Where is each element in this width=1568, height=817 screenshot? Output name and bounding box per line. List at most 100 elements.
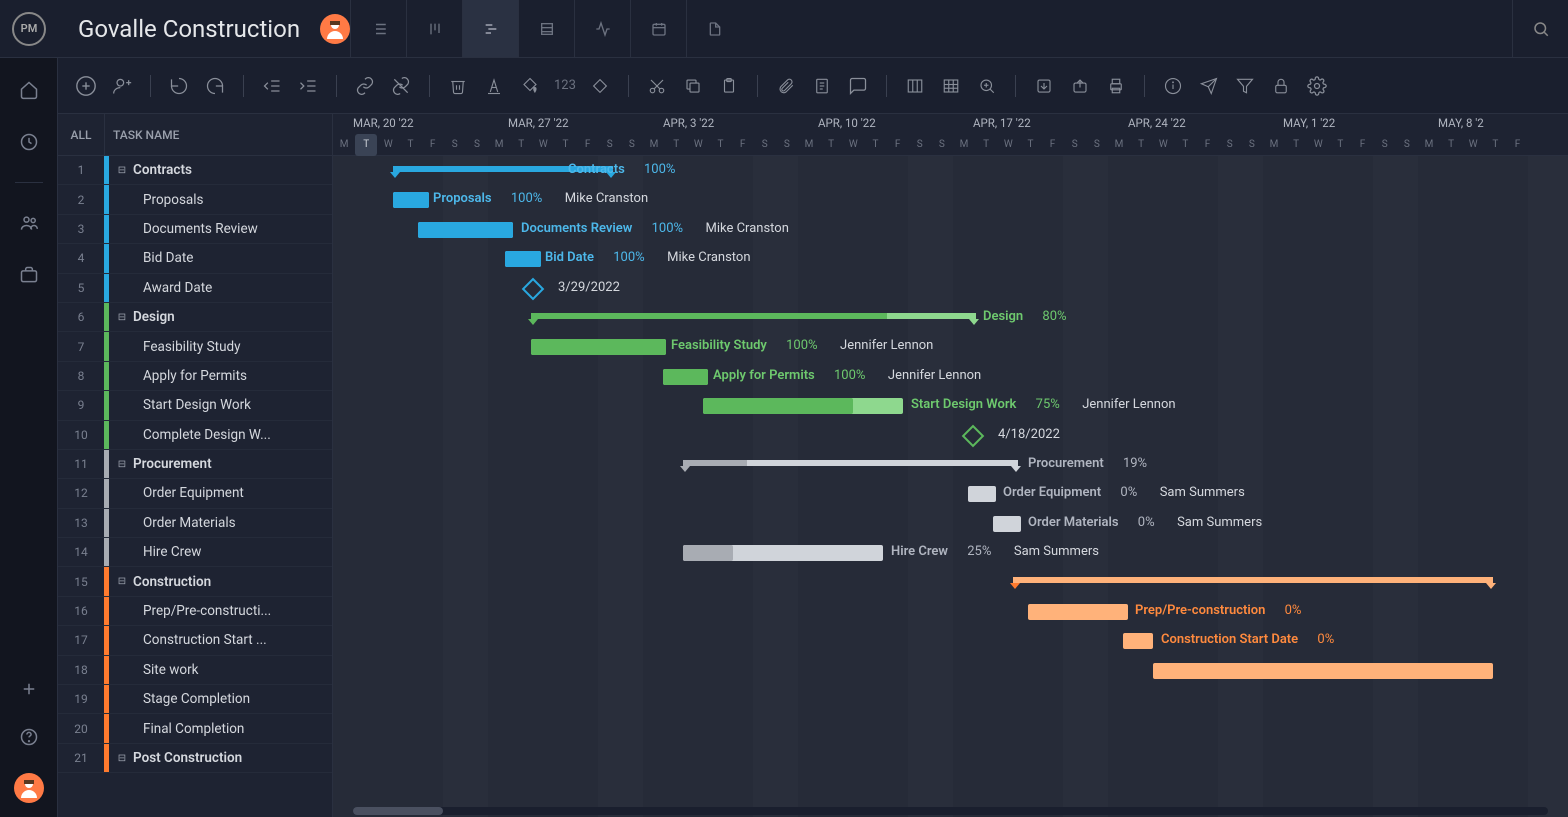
task-row[interactable]: 4 Bid Date [58,244,332,273]
user-avatar[interactable] [14,773,44,803]
portfolio-icon[interactable] [17,263,41,287]
help-icon[interactable] [17,725,41,749]
logo[interactable]: PM [0,0,58,58]
collapse-icon[interactable]: ⊟ [115,459,129,470]
task-row[interactable]: 8 Apply for Permits [58,362,332,391]
gantt-row[interactable] [333,714,1568,743]
view-calendar-icon[interactable] [630,0,686,57]
task-row[interactable]: 9 Start Design Work [58,391,332,420]
gantt-chart[interactable]: MAR, 20 '22MAR, 27 '22APR, 3 '22APR, 10 … [333,114,1568,817]
view-gantt-icon[interactable] [462,0,518,57]
task-row[interactable]: 7 Feasibility Study [58,332,332,361]
gantt-row[interactable]: 4/18/2022 [333,421,1568,450]
paste-button[interactable] [713,70,745,102]
add-task-button[interactable] [70,70,102,102]
task-row[interactable]: 18 Site work [58,656,332,685]
unlink-button[interactable] [385,70,417,102]
task-row[interactable]: 14 Hire Crew [58,538,332,567]
fill-color-button[interactable] [514,70,546,102]
task-row[interactable]: 16 Prep/Pre-constructi... [58,597,332,626]
task-row[interactable]: 11 ⊟ Procurement [58,450,332,479]
add-user-button[interactable] [106,70,138,102]
import-button[interactable] [1028,70,1060,102]
task-row[interactable]: 1 ⊟ Contracts [58,156,332,185]
view-board-icon[interactable] [406,0,462,57]
gantt-row[interactable]: Design 80% [333,303,1568,332]
view-activity-icon[interactable] [574,0,630,57]
info-button[interactable] [1157,70,1189,102]
view-list-icon[interactable] [350,0,406,57]
summary-bar[interactable] [1013,577,1493,583]
link-button[interactable] [349,70,381,102]
columns-button[interactable] [899,70,931,102]
add-icon[interactable] [17,677,41,701]
print-button[interactable] [1100,70,1132,102]
collapse-icon[interactable]: ⊟ [115,753,129,764]
gantt-row[interactable]: Hire Crew 25% Sam Summers [333,538,1568,567]
gantt-row[interactable]: Order Equipment 0% Sam Summers [333,479,1568,508]
filter-button[interactable] [1229,70,1261,102]
export-button[interactable] [1064,70,1096,102]
gantt-row[interactable] [333,685,1568,714]
settings-button[interactable] [1301,70,1333,102]
gantt-row[interactable]: Order Materials 0% Sam Summers [333,509,1568,538]
gantt-row[interactable]: Apply for Permits 100% Jennifer Lennon [333,362,1568,391]
view-file-icon[interactable] [686,0,742,57]
undo-button[interactable] [163,70,195,102]
copy-button[interactable] [677,70,709,102]
outdent-button[interactable] [256,70,288,102]
task-row[interactable]: 19 Stage Completion [58,685,332,714]
gantt-row[interactable]: Prep/Pre-construction 0% [333,597,1568,626]
task-row[interactable]: 20 Final Completion [58,714,332,743]
text-color-button[interactable] [478,70,510,102]
redo-button[interactable] [199,70,231,102]
task-row[interactable]: 6 ⊟ Design [58,303,332,332]
gantt-row[interactable]: Proposals 100% Mike Cranston [333,185,1568,214]
recent-icon[interactable] [17,130,41,154]
scrollbar-horizontal[interactable] [353,807,1548,815]
lock-button[interactable] [1265,70,1297,102]
gantt-row[interactable] [333,656,1568,685]
cut-button[interactable] [641,70,673,102]
gantt-row[interactable]: Documents Review 100% Mike Cranston [333,215,1568,244]
note-button[interactable] [806,70,838,102]
task-row[interactable]: 2 Proposals [58,185,332,214]
delete-button[interactable] [442,70,474,102]
task-bar[interactable] [993,516,1021,532]
milestone-icon[interactable] [522,277,545,300]
col-all[interactable]: ALL [58,128,104,142]
task-row[interactable]: 13 Order Materials [58,509,332,538]
indent-button[interactable] [292,70,324,102]
grid-button[interactable] [935,70,967,102]
task-row[interactable]: 15 ⊟ Construction [58,567,332,596]
task-bar[interactable] [1123,633,1153,649]
gantt-row[interactable]: Procurement 19% [333,450,1568,479]
send-button[interactable] [1193,70,1225,102]
project-avatar[interactable] [320,14,350,44]
gantt-row[interactable] [333,744,1568,773]
team-icon[interactable] [17,211,41,235]
task-row[interactable]: 17 Construction Start ... [58,626,332,655]
comment-button[interactable] [842,70,874,102]
zoom-button[interactable] [971,70,1003,102]
collapse-icon[interactable]: ⊟ [115,576,129,587]
task-row[interactable]: 5 Award Date [58,274,332,303]
gantt-row[interactable]: 3/29/2022 [333,274,1568,303]
home-icon[interactable] [17,78,41,102]
task-bar[interactable] [1153,663,1493,679]
milestone-icon[interactable] [962,424,985,447]
task-row[interactable]: 3 Documents Review [58,215,332,244]
attachment-button[interactable] [770,70,802,102]
search-button[interactable] [1512,0,1568,57]
col-task-name[interactable]: TASK NAME [104,114,332,155]
view-sheet-icon[interactable] [518,0,574,57]
scrollbar-thumb[interactable] [353,807,443,815]
collapse-icon[interactable]: ⊟ [115,165,129,176]
task-row[interactable]: 12 Order Equipment [58,479,332,508]
task-row[interactable]: 10 Complete Design W... [58,421,332,450]
gantt-row[interactable] [333,567,1568,596]
gantt-row[interactable]: Construction Start Date 0% [333,626,1568,655]
gantt-row[interactable]: Feasibility Study 100% Jennifer Lennon [333,332,1568,361]
collapse-icon[interactable]: ⊟ [115,312,129,323]
task-bar[interactable] [968,486,996,502]
